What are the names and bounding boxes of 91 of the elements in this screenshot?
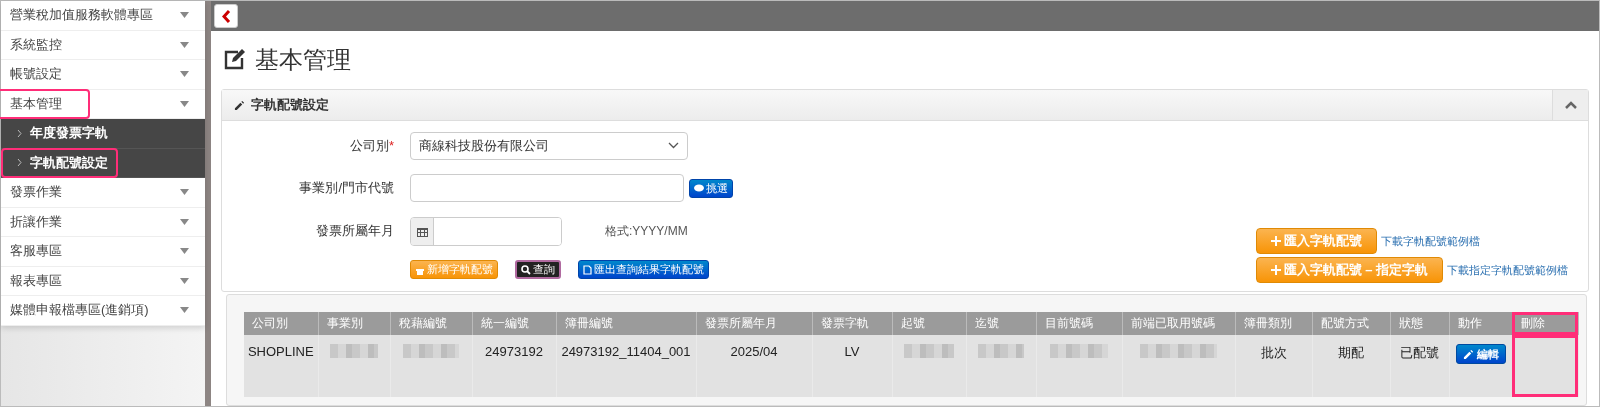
column-header: 統一編號 (472, 312, 556, 335)
action-button[interactable]: 查詢 (515, 260, 561, 280)
date-field[interactable] (410, 216, 562, 246)
column-header: 動作 (1449, 312, 1512, 335)
field-label: 發票所屬年月 (315, 222, 394, 241)
redacted-block (329, 344, 379, 358)
sidebar-label: 營業稅加值服務軟體專區 (9, 6, 154, 25)
chevron-left-icon (221, 9, 231, 23)
column-header: 起號 (892, 312, 966, 335)
sidebar-label: 報表專區 (9, 271, 63, 290)
download-link[interactable]: 下載指定字軌配號範例檔 (1447, 262, 1568, 278)
sidebar-item[interactable]: 折讓作業 (1, 207, 205, 237)
table-cell: LV (812, 335, 892, 397)
column-header: 發票字軌 (812, 312, 892, 335)
page-title: 基本管理 (211, 31, 1599, 89)
sidebar-label: 基本管理 (0, 90, 88, 117)
sidebar-sublabel: 字軌配號設定 (3, 149, 116, 176)
sidebar-label: 帳號設定 (9, 65, 63, 84)
input-field[interactable] (410, 174, 684, 203)
plus-icon (1270, 265, 1281, 275)
table-cell: 24973192 (472, 335, 556, 397)
sidebar-item[interactable]: 報表專區 (1, 266, 205, 296)
sidebar-subitem[interactable]: 字軌配號設定 (1, 148, 205, 178)
table-cell: 期配 (1312, 335, 1390, 397)
chevron-up-icon (1564, 101, 1577, 109)
caret-icon (180, 12, 189, 19)
redacted-block (1049, 344, 1109, 358)
download-link[interactable]: 下載字軌配號範例檔 (1380, 233, 1480, 249)
column-header: 前端已取用號碼 (1122, 312, 1235, 335)
column-header: 簿冊編號 (556, 312, 696, 335)
sidebar-label: 發票作業 (9, 183, 63, 202)
caret-icon (180, 277, 189, 284)
file-icon (583, 264, 592, 275)
column-header: 事業別 (318, 312, 390, 335)
table-cell: SHOPLINE (244, 335, 318, 397)
format-hint: 格式:YYYY/MM (605, 222, 688, 240)
column-header: 發票所屬年月 (696, 312, 812, 335)
column-header: 稅藉編號 (390, 312, 472, 335)
sidebar-item[interactable]: 系統監控 (1, 30, 205, 60)
back-button[interactable] (214, 4, 238, 28)
sidebar-item[interactable]: 營業稅加值服務軟體專區 (1, 1, 205, 31)
caret-icon (180, 218, 189, 225)
pick-button[interactable]: 挑選 (689, 178, 733, 198)
edit-icon (223, 49, 247, 71)
edit-button[interactable]: 編輯 (1455, 344, 1506, 364)
table-cell: 批次 (1235, 335, 1312, 397)
redacted-block (977, 344, 1025, 358)
calendar-icon (416, 225, 428, 237)
chevron-icon (17, 159, 22, 167)
plus-icon (1270, 236, 1281, 246)
redacted-block (403, 344, 459, 358)
sidebar-item[interactable]: 媒體申報檔專區(進銷項) (1, 296, 205, 326)
caret-icon (180, 189, 189, 196)
column-header: 迄號 (966, 312, 1036, 335)
column-header: 刪除 (1512, 312, 1578, 335)
caret-icon (180, 41, 189, 48)
panel-title: 字軌配號設定 (234, 96, 329, 114)
caret-icon (180, 307, 189, 314)
action-button[interactable]: 匯出查詢結果字軌配號 (578, 260, 709, 280)
sidebar-item[interactable]: 基本管理 (1, 89, 205, 119)
sidebar-sublabel: 年度發票字軌 (3, 120, 116, 147)
column-header: 目前號碼 (1036, 312, 1122, 335)
sidebar-item[interactable]: 發票作業 (1, 178, 205, 208)
field-label: 公司別* (348, 136, 394, 155)
column-header: 狀態 (1390, 312, 1449, 335)
sidebar-label: 客服專區 (9, 242, 63, 261)
pencil-icon (1462, 348, 1474, 360)
collapse-button[interactable] (1552, 90, 1588, 120)
sidebar-item[interactable]: 帳號設定 (1, 60, 205, 90)
sidebar-label: 媒體申報檔專區(進銷項) (9, 301, 150, 320)
column-header: 公司別 (244, 312, 318, 335)
chat-icon (694, 183, 704, 193)
search-icon (521, 264, 531, 275)
caret-icon (180, 100, 189, 107)
sidebar-subitem[interactable]: 年度發票字軌 (1, 119, 205, 149)
sidebar-label: 系統監控 (9, 35, 63, 54)
sidebar-item[interactable]: 客服專區 (1, 237, 205, 267)
redacted-block (904, 344, 954, 358)
table-cell: 2025/04 (696, 335, 812, 397)
field-label: 事業別/門市代號 (298, 179, 394, 198)
table-cell: 24973192_11404_001 (556, 335, 696, 397)
pencil-icon (234, 99, 245, 111)
chevron-down-icon (668, 142, 679, 150)
sidebar-label: 折讓作業 (9, 212, 63, 231)
chevron-icon (17, 129, 22, 137)
caret-icon (180, 71, 189, 78)
table-cell: 已配號 (1390, 335, 1449, 397)
company-select[interactable]: 商線科技股份有限公司 (410, 131, 688, 160)
column-header: 簿冊類別 (1235, 312, 1312, 335)
caret-icon (180, 248, 189, 255)
column-header: 配號方式 (1312, 312, 1390, 335)
